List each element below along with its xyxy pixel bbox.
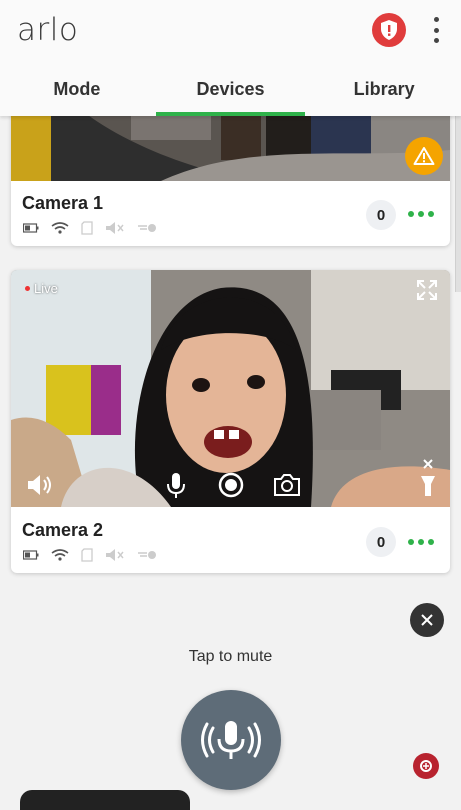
speaker-icon[interactable] [25,470,55,505]
scroll-edge [455,104,461,292]
wifi-icon [51,222,69,234]
close-button[interactable] [410,603,444,637]
motion-icon [138,551,156,559]
camera-2-event-count[interactable]: 0 [366,527,396,557]
arlo-logo: arlo [17,12,79,48]
record-icon[interactable] [217,470,245,505]
live-indicator: Live [25,281,58,296]
close-icon [421,614,433,626]
sd-card-icon [81,548,93,562]
live-feed-controls [11,459,450,506]
tab-library[interactable]: Library [307,68,461,116]
spotlight-icon[interactable] [417,456,439,505]
wifi-icon [51,549,69,561]
tap-to-mute-label: Tap to mute [188,648,273,665]
microphone-icon[interactable] [164,470,188,505]
speaker-muted-icon [106,222,124,234]
camera-2-status-icons [23,548,157,562]
motion-icon [138,224,156,232]
camera-1-status-icons [23,221,157,235]
security-shield-button[interactable] [372,13,406,47]
speaker-muted-icon [106,549,124,561]
bottom-sheet-edge [20,790,190,810]
push-to-talk-button[interactable] [181,690,281,790]
camera-2-title[interactable]: Camera 2 [22,520,103,541]
app-notification-icon[interactable] [413,753,439,779]
app-bar: arlo Mode Devices Library [0,0,461,116]
sd-card-icon [81,221,93,235]
tab-devices[interactable]: Devices [154,68,308,116]
fullscreen-icon[interactable] [415,278,439,307]
overflow-menu-icon[interactable] [430,17,442,43]
camera-1-event-count[interactable]: 0 [366,200,396,230]
tab-mode[interactable]: Mode [0,68,154,116]
camera-2-more-options-icon[interactable] [408,539,434,545]
live-dot-icon [25,286,30,291]
camera-1-more-options-icon[interactable] [408,211,434,217]
microphone-broadcast-icon [201,721,261,759]
live-label: Live [34,281,58,296]
camera-card-2: Live Camera 2 0 [11,270,450,573]
battery-icon [23,550,39,560]
tab-bar: Mode Devices Library [0,68,461,116]
shield-icon [381,20,397,40]
warning-icon[interactable] [405,137,443,175]
battery-icon [23,223,39,233]
camera-snapshot-icon[interactable] [272,470,302,505]
camera-1-title[interactable]: Camera 1 [22,193,103,214]
